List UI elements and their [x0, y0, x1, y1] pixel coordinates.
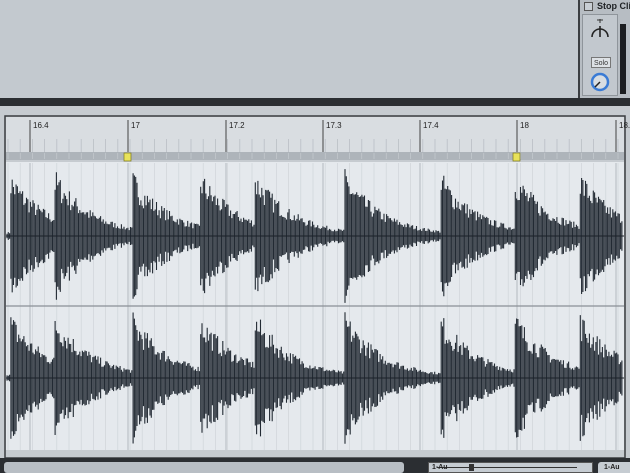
level-meter — [620, 24, 626, 94]
time-ruler[interactable] — [6, 117, 624, 152]
zoom-slider[interactable] — [428, 462, 593, 473]
warp-marker-icon[interactable] — [512, 152, 521, 162]
warp-marker-icon[interactable] — [123, 152, 132, 162]
speaker-cone-icon[interactable] — [583, 17, 617, 55]
ruler-label: 17.2 — [229, 121, 245, 130]
warp-marker-strip[interactable] — [6, 152, 624, 160]
solo-button[interactable]: Solo — [591, 57, 611, 68]
zoom-track — [437, 467, 577, 468]
ruler-label: 16.4 — [33, 121, 49, 130]
sample-display[interactable]: 16.4 17 17.2 17.3 17.4 18 18.2 — [0, 106, 630, 459]
track-controls: Solo — [582, 14, 618, 96]
stop-square-icon — [584, 1, 593, 11]
detail-panel — [4, 462, 404, 473]
zoom-thumb[interactable] — [469, 464, 474, 471]
ruler-label: 17.3 — [326, 121, 342, 130]
stop-clip-label: Stop Clip — [597, 1, 630, 11]
session-area — [0, 0, 578, 98]
ruler-label: 17 — [131, 121, 140, 130]
track-label-left: 1-Au — [432, 464, 448, 471]
track-label-right: 1-Au — [598, 462, 630, 473]
clip-editor: 16.4 17 17.2 17.3 17.4 18 18.2 — [0, 106, 630, 459]
panel-divider — [0, 98, 630, 106]
stop-clip-button[interactable]: Stop Clip — [584, 1, 630, 11]
ruler-label: 18 — [520, 121, 529, 130]
pan-knob-icon[interactable] — [583, 69, 617, 97]
ruler-label: 17.4 — [423, 121, 439, 130]
ruler-label: 18.2 — [619, 121, 630, 130]
